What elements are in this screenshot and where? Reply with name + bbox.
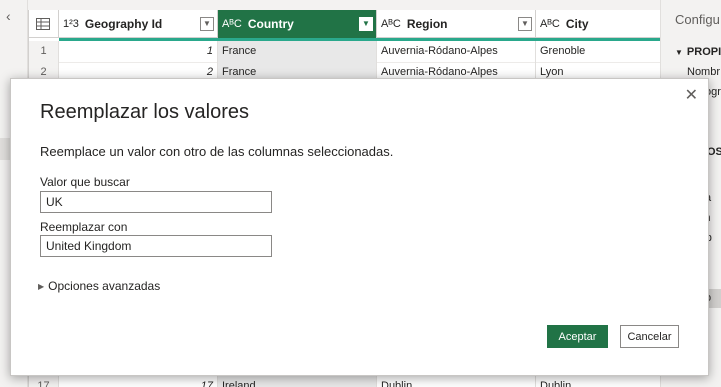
cell-city[interactable]: Dublin <box>536 376 661 387</box>
column-name: Country <box>247 17 294 31</box>
name-label: Nombr <box>687 66 721 78</box>
applied-steps-header: OS <box>707 146 721 158</box>
dialog-title: Reemplazar los valores <box>40 101 249 123</box>
text-type-icon[interactable]: AᴮC <box>381 18 401 30</box>
query-settings-title: Configu <box>675 12 720 27</box>
ok-button[interactable]: Aceptar <box>547 325 608 348</box>
row-number: 17 <box>29 376 59 387</box>
cell-country[interactable]: France <box>218 41 377 63</box>
cell-city[interactable]: Grenoble <box>536 41 661 63</box>
properties-label: PROPI <box>686 46 721 58</box>
cell-region[interactable]: Dublin <box>377 376 536 387</box>
text-type-icon[interactable]: AᴮC <box>540 18 560 30</box>
column-header-country[interactable]: AᴮC Country ▼ <box>218 10 377 38</box>
cell-geography-id[interactable]: 1 <box>59 41 218 63</box>
grid-header-row: 1²3 Geography Id ▼ AᴮC Country ▼ AᴮC Reg… <box>29 10 661 38</box>
replace-values-dialog: ✕ Reemplazar los valores Reemplace un va… <box>10 78 709 376</box>
replace-with-input[interactable] <box>40 235 272 257</box>
text-type-icon[interactable]: AᴮC <box>222 18 242 30</box>
table-row[interactable]: 1 1 France Auvernia-Ródano-Alpes Grenobl… <box>29 41 661 63</box>
close-icon[interactable]: ✕ <box>685 85 698 105</box>
cancel-button[interactable]: Cancelar <box>620 325 679 348</box>
properties-section-header[interactable]: ▼ PROPI <box>675 46 721 58</box>
column-header-city[interactable]: AᴮC City <box>536 10 661 38</box>
replace-with-label: Reemplazar con <box>40 220 128 234</box>
column-name: City <box>565 17 589 31</box>
dialog-description: Reemplace un valor con otro de las colum… <box>40 144 394 159</box>
advanced-options-label: Opciones avanzadas <box>48 279 161 293</box>
advanced-options-toggle[interactable]: ▶ Opciones avanzadas <box>38 279 160 293</box>
triangle-down-icon: ▼ <box>675 48 683 57</box>
cell-country[interactable]: Ireland <box>218 376 377 387</box>
find-value-input[interactable] <box>40 191 272 213</box>
triangle-right-icon: ▶ <box>38 282 45 291</box>
cell-region[interactable]: Auvernia-Ródano-Alpes <box>377 41 536 63</box>
table-icon <box>35 18 50 30</box>
column-header-geography-id[interactable]: 1²3 Geography Id ▼ <box>59 10 218 38</box>
table-row[interactable]: 17 17 Ireland Dublin Dublin <box>29 376 661 387</box>
filter-dropdown-icon[interactable]: ▼ <box>359 17 373 31</box>
chevron-left-icon[interactable]: ‹ <box>6 8 11 24</box>
filter-dropdown-icon[interactable]: ▼ <box>518 17 532 31</box>
cell-geography-id[interactable]: 17 <box>59 376 218 387</box>
filter-dropdown-icon[interactable]: ▼ <box>200 17 214 31</box>
table-menu-button[interactable] <box>29 10 59 38</box>
column-name: Region <box>406 17 448 31</box>
whole-number-type-icon[interactable]: 1²3 <box>63 18 79 30</box>
column-name: Geography Id <box>84 17 163 31</box>
row-number: 1 <box>29 41 59 63</box>
column-header-region[interactable]: AᴮC Region ▼ <box>377 10 536 38</box>
find-value-label: Valor que buscar <box>40 175 130 189</box>
